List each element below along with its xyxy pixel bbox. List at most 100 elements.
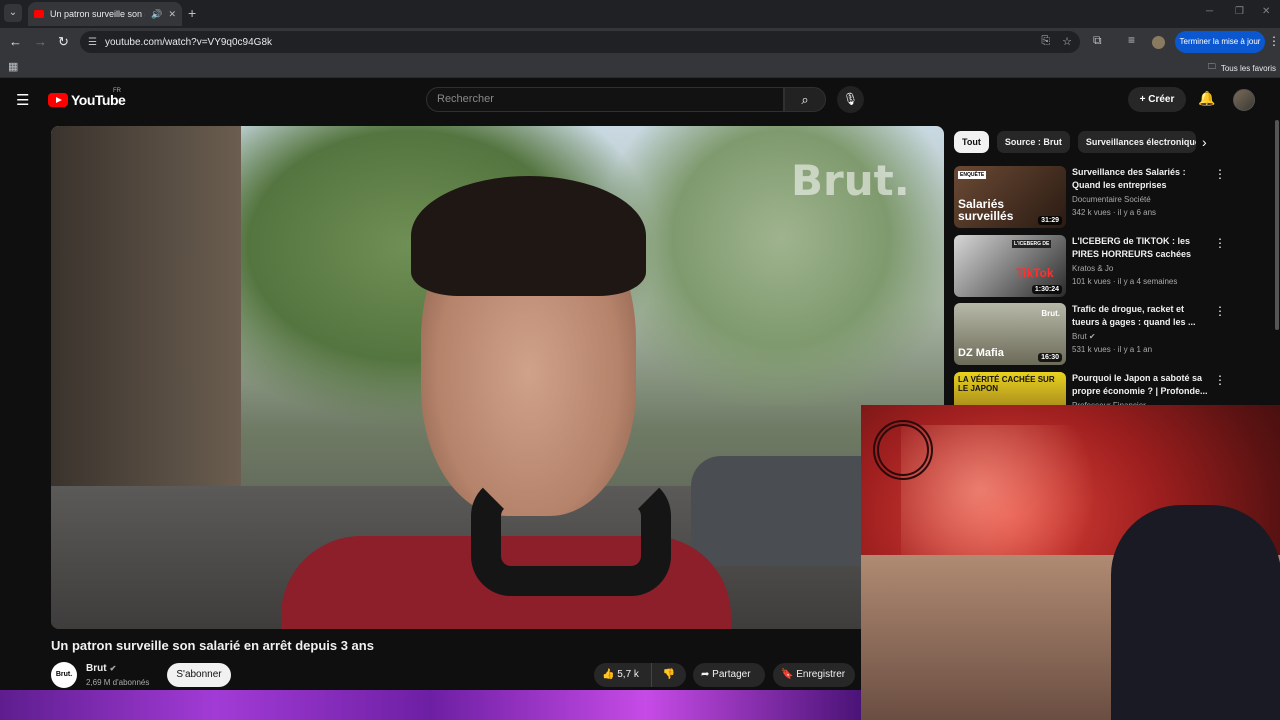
- audio-playing-icon[interactable]: 🔊: [151, 9, 162, 20]
- subscribe-button[interactable]: S'abonner: [167, 663, 231, 687]
- search-button[interactable]: ⌕: [784, 87, 826, 112]
- recommendation-title: Trafic de drogue, racket et tueurs à gag…: [1072, 304, 1196, 327]
- share-label: Partager: [712, 669, 751, 680]
- bookmark-icon: 🔖: [781, 669, 794, 680]
- recommendation-thumbnail[interactable]: ENQUÊTE Salariés surveillés 31:29: [954, 166, 1066, 228]
- recommendation-channel-row: Brut ✔: [1072, 332, 1096, 341]
- microphone-icon: 🎙: [842, 92, 859, 106]
- all-bookmarks-folder[interactable]: 🗀 Tous les favoris: [1208, 61, 1276, 75]
- extensions-icon[interactable]: ⧉: [1093, 33, 1102, 48]
- video-duration: 16:30: [1038, 353, 1062, 362]
- account-avatar[interactable]: [1233, 89, 1255, 111]
- bookmark-star-icon[interactable]: ☆: [1062, 35, 1072, 48]
- video-duration: 1:30:24: [1031, 285, 1062, 294]
- browser-toolbar: ← → ↻ ☰ youtube.com/watch?v=VY9q0c94G8k …: [0, 28, 1280, 56]
- channel-avatar[interactable]: Brut.: [51, 662, 77, 688]
- tab-search-icon[interactable]: ⌄: [4, 4, 22, 22]
- recommendation-thumbnail[interactable]: L'ICEBERG DE TikTok 1:30:24: [954, 235, 1066, 297]
- chevron-right-icon[interactable]: ›: [1202, 134, 1207, 150]
- forward-icon[interactable]: →: [34, 34, 47, 50]
- chip-all[interactable]: Tout: [954, 131, 989, 153]
- notifications-bell-icon[interactable]: 🔔: [1198, 90, 1215, 107]
- browser-tab[interactable]: Un patron surveille son salarié 🔊 ✕: [28, 2, 182, 26]
- thumbnail-label: ENQUÊTE: [958, 171, 987, 179]
- channel-name-row[interactable]: Brut ✔: [86, 663, 116, 674]
- video-duration: 31:29: [1038, 216, 1062, 225]
- share-icon: ➦: [701, 669, 710, 680]
- recommendation-channel: Documentaire Société: [1072, 195, 1151, 204]
- media-controls-icon[interactable]: ≡: [1128, 33, 1135, 47]
- thumbs-up-icon: 👍: [602, 669, 615, 680]
- like-dislike-group: 👍 5,7 k 👎: [594, 663, 686, 687]
- like-count: 5,7 k: [617, 669, 639, 680]
- url-text: youtube.com/watch?v=VY9q0c94G8k: [104, 36, 273, 48]
- chip-source-brut[interactable]: Source : Brut: [996, 131, 1070, 153]
- dislike-button[interactable]: 👎: [652, 663, 686, 687]
- address-bar[interactable]: ☰ youtube.com/watch?v=VY9q0c94G8k ⎘ ☆: [80, 31, 1080, 53]
- more-options-icon[interactable]: ⋮: [1214, 236, 1226, 250]
- more-options-icon[interactable]: ⋮: [1214, 167, 1226, 181]
- search-input[interactable]: Rechercher: [426, 87, 784, 112]
- thumbnail-text: TikTok: [1016, 266, 1054, 280]
- recommendation-thumbnail[interactable]: Brut. DZ Mafia 16:30: [954, 303, 1066, 365]
- recommendation-channel: Kratos & Jo: [1072, 264, 1114, 273]
- update-button[interactable]: Terminer la mise à jour: [1175, 31, 1265, 53]
- page-scrollbar[interactable]: [1275, 120, 1279, 330]
- minimize-icon[interactable]: ─: [1206, 6, 1213, 17]
- youtube-header: ☰ YouTube FR Rechercher ⌕ 🎙 + Créer 🔔: [0, 80, 1280, 120]
- voice-search-button[interactable]: 🎙: [837, 86, 864, 113]
- browser-tab-bar: ⌄ Un patron surveille son salarié 🔊 ✕ + …: [0, 0, 1280, 28]
- like-button[interactable]: 👍 5,7 k: [594, 663, 652, 687]
- screen: ⌄ Un patron surveille son salarié 🔊 ✕ + …: [0, 0, 1280, 720]
- more-options-icon[interactable]: ⋮: [1214, 304, 1226, 318]
- close-tab-icon[interactable]: ✕: [168, 9, 176, 20]
- chip-surveillance[interactable]: Surveillances électronique: [1077, 131, 1196, 153]
- logo-text: YouTube: [71, 92, 126, 108]
- video-player[interactable]: Brut.: [51, 126, 944, 629]
- close-window-icon[interactable]: ✕: [1262, 6, 1270, 17]
- create-label: Créer: [1148, 94, 1175, 105]
- tab-title: Un patron surveille son salarié: [50, 9, 145, 19]
- back-icon[interactable]: ←: [9, 34, 22, 50]
- site-info-icon[interactable]: ☰: [88, 37, 97, 48]
- recommendation-item[interactable]: L'ICEBERG DE TikTok 1:30:24 L'ICEBERG de…: [954, 235, 1254, 299]
- apps-grid-icon[interactable]: ▦: [8, 60, 18, 73]
- more-options-icon[interactable]: ⋮: [1214, 373, 1226, 387]
- recommendation-meta: 101 k vues · il y a 4 semaines: [1072, 277, 1178, 286]
- share-button[interactable]: ➦ Partager: [693, 663, 765, 687]
- video-title: Un patron surveille son salarié en arrêt…: [51, 638, 374, 653]
- background-strip: [0, 690, 861, 720]
- thumbnail-text: Salariés surveillés: [958, 197, 1014, 223]
- channel-name: Brut: [86, 663, 107, 674]
- thumbnail-label: Brut.: [1041, 309, 1060, 318]
- region-code: FR: [113, 88, 121, 94]
- recommendation-meta: 342 k vues · il y a 6 ans: [1072, 208, 1157, 217]
- video-frame-headphones: [471, 476, 671, 596]
- install-app-icon[interactable]: ⎘: [1041, 35, 1050, 48]
- maximize-icon[interactable]: ❐: [1235, 6, 1244, 17]
- youtube-favicon-icon: [34, 10, 44, 18]
- subscriber-count: 2,69 M d'abonnés: [86, 678, 150, 687]
- recommendation-item[interactable]: Brut. DZ Mafia 16:30 Trafic de drogue, r…: [954, 303, 1254, 367]
- browser-menu-icon[interactable]: ⋮: [1268, 34, 1280, 48]
- spiral-decoration: [873, 420, 933, 480]
- profile-avatar[interactable]: [1152, 36, 1165, 49]
- thumbnail-text: DZ Mafia: [958, 347, 1004, 359]
- recommendation-item[interactable]: ENQUÊTE Salariés surveillés 31:29 Survei…: [954, 166, 1254, 230]
- streamer-silhouette: [1111, 505, 1280, 720]
- new-tab-button[interactable]: +: [188, 5, 196, 21]
- filter-chips: Tout Source : Brut Surveillances électro…: [954, 131, 1196, 153]
- reload-icon[interactable]: ↻: [58, 34, 69, 50]
- save-button[interactable]: 🔖 Enregistrer: [773, 663, 855, 687]
- verified-icon: ✔: [1088, 332, 1096, 341]
- bookmarks-bar: ▦ 🗀 Tous les favoris: [0, 56, 1280, 78]
- video-frame-hair: [411, 176, 646, 296]
- webcam-overlay: [861, 405, 1280, 720]
- recommendation-title: L'ICEBERG de TIKTOK : les PIRES HORREURS…: [1072, 236, 1192, 259]
- all-bookmarks-label: Tous les favoris: [1220, 63, 1276, 73]
- youtube-logo[interactable]: YouTube FR: [48, 88, 126, 108]
- create-button[interactable]: + Créer: [1128, 87, 1186, 112]
- search-icon: ⌕: [801, 92, 809, 107]
- menu-icon[interactable]: ☰: [16, 91, 29, 109]
- save-label: Enregistrer: [796, 669, 846, 680]
